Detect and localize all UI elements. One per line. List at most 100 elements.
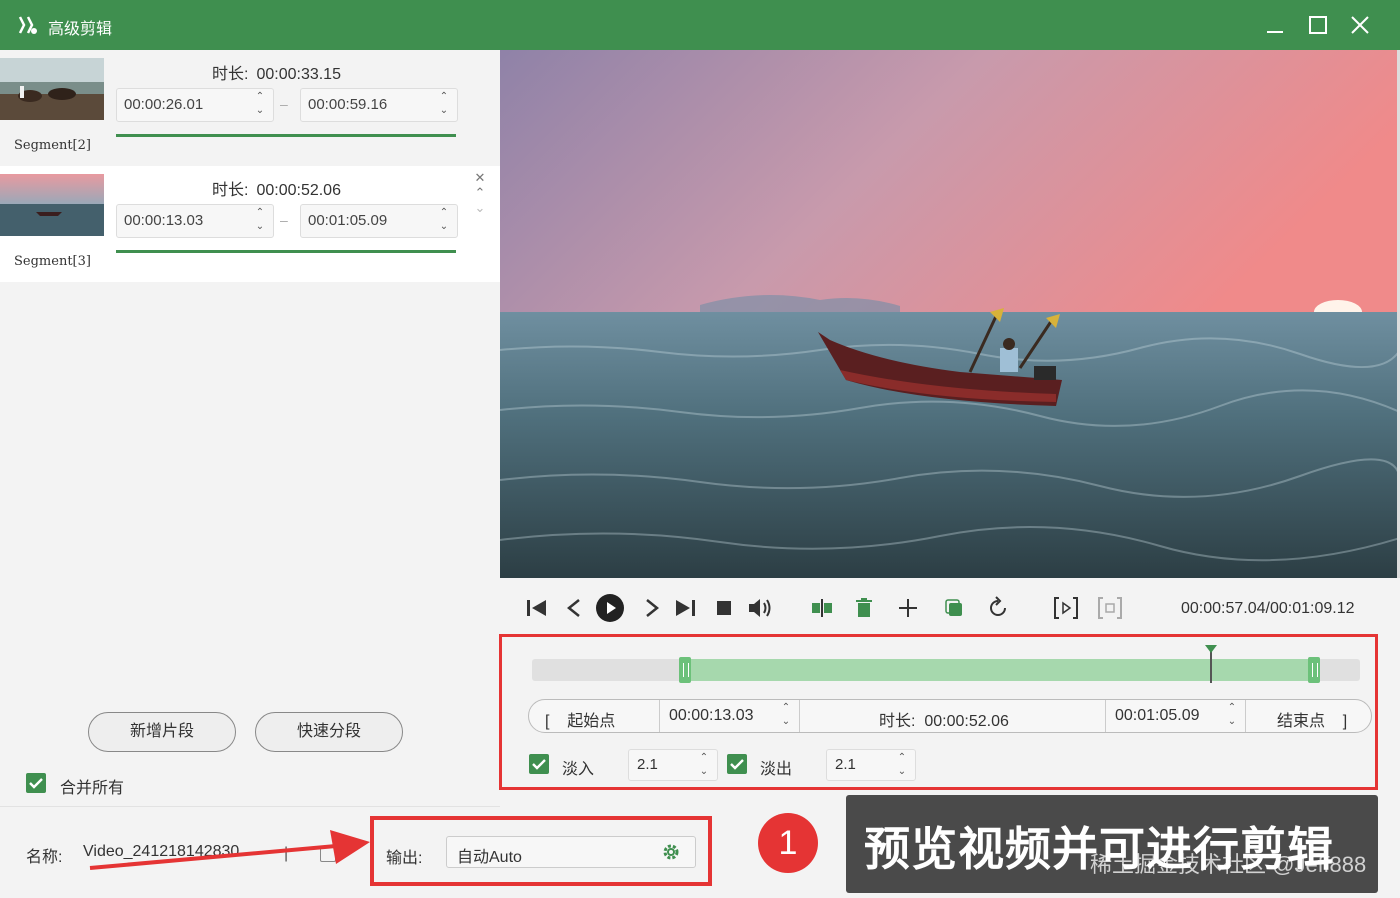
- duration-label: 时长:: [212, 66, 249, 83]
- set-end-button[interactable]: 结束点 ]: [1277, 707, 1347, 731]
- watermark: 稀土掘金技术社区 @Jeff888: [1090, 852, 1367, 877]
- stop-preview-icon: [1098, 597, 1122, 619]
- end-spinner[interactable]: ⌃ ⌄: [437, 90, 451, 120]
- end-time-spinner[interactable]: ⌃ ⌄: [1225, 701, 1239, 729]
- fade-out-label: 淡出: [760, 761, 793, 778]
- reset-button[interactable]: [984, 594, 1012, 622]
- annotation-arrow: [89, 830, 370, 870]
- plus-icon: [899, 599, 917, 617]
- start-spinner[interactable]: ⌃ ⌄: [253, 206, 267, 236]
- skip-start-icon: [527, 600, 546, 616]
- range-row: [ 起始点 00:00:13.03 ⌃ ⌄ 时长: 00:00:52.06 00:…: [528, 699, 1372, 733]
- fade-out-spinner[interactable]: ⌃ ⌄: [895, 751, 909, 779]
- segment-item-selected[interactable]: Segment[3] 时长: 00:00:52.06 00:00:13.03 ⌃ ⌄…: [0, 166, 500, 282]
- preview-segment-button[interactable]: [1052, 594, 1080, 622]
- playback-toolbar: 00:00:57.04/00:01:09.12: [500, 578, 1400, 640]
- output-label: 输出:: [386, 850, 423, 867]
- quick-split-button[interactable]: 快速分段: [255, 712, 403, 752]
- maximize-icon: [1309, 16, 1327, 34]
- copy-button[interactable]: [940, 594, 968, 622]
- range-dash: –: [280, 212, 288, 228]
- preview-segment-icon: [1054, 597, 1078, 619]
- separator: [1245, 700, 1246, 732]
- segment-range-bar: [116, 134, 456, 137]
- merge-all-checkbox[interactable]: [26, 773, 46, 793]
- start-spinner[interactable]: ⌃ ⌄: [253, 90, 267, 120]
- play-button[interactable]: [596, 594, 624, 622]
- start-point-label: 起始点: [567, 713, 616, 730]
- minimize-button[interactable]: [1260, 10, 1290, 40]
- start-time-input[interactable]: 00:00:13.03: [669, 707, 754, 725]
- end-handle[interactable]: [1308, 657, 1321, 683]
- close-button[interactable]: [1345, 10, 1375, 40]
- delete-button[interactable]: [850, 594, 878, 622]
- fade-in-checkbox[interactable]: [529, 754, 549, 774]
- go-to-end-button[interactable]: [672, 594, 700, 622]
- end-point-label: 结束点: [1277, 713, 1326, 730]
- check-icon: [730, 759, 744, 770]
- skip-end-icon: [676, 600, 695, 616]
- move-up-icon[interactable]: ⌃: [470, 185, 490, 200]
- separator: [1105, 700, 1106, 732]
- maximize-button[interactable]: [1303, 10, 1333, 40]
- gear-icon[interactable]: [661, 842, 681, 862]
- timeline-editor: [ 起始点 00:00:13.03 ⌃ ⌄ 时长: 00:00:52.06 00:…: [499, 634, 1378, 790]
- start-time-spinner[interactable]: ⌃ ⌄: [779, 701, 793, 729]
- fade-in-spinner[interactable]: ⌃ ⌄: [697, 751, 711, 779]
- delete-segment-icon[interactable]: ✕: [470, 170, 490, 185]
- timeline-track[interactable]: [532, 645, 1360, 683]
- fade-out-checkbox[interactable]: [727, 754, 747, 774]
- stop-icon: [717, 601, 731, 615]
- segment-thumbnail: [0, 58, 104, 120]
- start-time-value: 00:00:13.03: [124, 212, 204, 229]
- move-down-icon[interactable]: ⌄: [470, 200, 490, 215]
- trash-icon: [856, 598, 872, 617]
- separator: [799, 700, 800, 732]
- fade-in-label: 淡入: [562, 761, 595, 778]
- end-time-input[interactable]: 00:01:05.09: [1115, 707, 1200, 725]
- video-preview[interactable]: [500, 50, 1400, 578]
- app-title: 高级剪辑: [48, 21, 113, 38]
- step-badge: 1: [758, 813, 818, 873]
- segment-end-field[interactable]: 00:00:59.16 ⌃ ⌄: [300, 88, 458, 122]
- callout-box: 预览视频并可进行剪辑 稀土掘金技术社区 @Jeff888: [846, 795, 1378, 893]
- end-time-value: 00:01:05.09: [308, 212, 388, 229]
- close-icon: [1351, 16, 1369, 34]
- volume-button[interactable]: [746, 594, 774, 622]
- stop-button[interactable]: [710, 594, 738, 622]
- next-frame-button[interactable]: [638, 594, 666, 622]
- minimize-icon: [1267, 31, 1283, 33]
- title-bar: 高级剪辑: [0, 0, 1400, 50]
- go-to-start-button[interactable]: [522, 594, 550, 622]
- stop-preview-button[interactable]: [1096, 594, 1124, 622]
- segment-start-field[interactable]: 00:00:26.01 ⌃ ⌄: [116, 88, 274, 122]
- range-duration-value: 00:00:52.06: [924, 713, 1009, 730]
- segment-start-field[interactable]: 00:00:13.03 ⌃ ⌄: [116, 204, 274, 238]
- segment-label: Segment[3]: [14, 254, 91, 269]
- start-handle[interactable]: [679, 657, 692, 683]
- check-icon: [532, 759, 546, 770]
- add-button[interactable]: [894, 594, 922, 622]
- set-start-button[interactable]: [ 起始点: [545, 707, 615, 731]
- duration-value: 00:00:33.15: [256, 66, 341, 83]
- fade-in-input[interactable]: 2.1 ⌃ ⌄: [628, 749, 718, 781]
- add-segment-button[interactable]: 新增片段: [88, 712, 236, 752]
- segment-item[interactable]: Segment[2] 时长: 00:00:33.15 00:00:26.01 ⌃ ⌄…: [0, 50, 500, 166]
- range-duration-label: 时长:: [879, 713, 916, 730]
- divider: [0, 806, 500, 807]
- fade-out-value: 2.1: [835, 756, 856, 773]
- segment-end-field[interactable]: 00:01:05.09 ⌃ ⌄: [300, 204, 458, 238]
- split-button[interactable]: [808, 594, 836, 622]
- output-format-select[interactable]: 自动Auto: [446, 836, 696, 868]
- next-frame-icon: [646, 599, 660, 617]
- previous-frame-button[interactable]: [560, 594, 588, 622]
- check-icon: [29, 778, 43, 789]
- video-frame: [500, 50, 1400, 578]
- output-highlight: 输出: 自动Auto: [370, 816, 712, 886]
- segment-label: Segment[2]: [14, 138, 91, 153]
- segment-controls: ✕ ⌃ ⌄: [470, 170, 490, 215]
- separator: [659, 700, 660, 732]
- end-spinner[interactable]: ⌃ ⌄: [437, 206, 451, 236]
- app-logo-icon: [18, 16, 37, 34]
- fade-out-input[interactable]: 2.1 ⌃ ⌄: [826, 749, 916, 781]
